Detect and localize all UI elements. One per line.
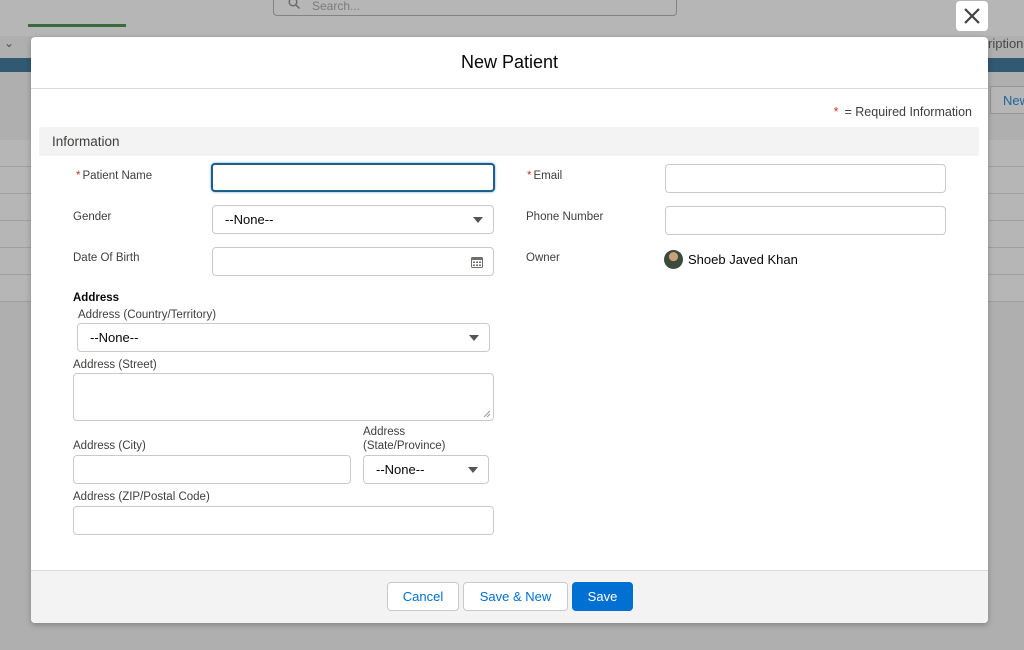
avatar: [664, 250, 683, 269]
address-street-label: Address (Street): [73, 359, 157, 371]
gender-select[interactable]: --None--: [212, 205, 494, 234]
address-zip-label: Address (ZIP/Postal Code): [73, 491, 210, 503]
cancel-button[interactable]: Cancel: [387, 582, 459, 611]
address-heading: Address: [73, 292, 120, 304]
patient-name-label: * Patient Name: [76, 170, 153, 182]
chevron-down-icon: [468, 467, 478, 473]
address-state-selected-value: --None--: [376, 462, 425, 477]
address-state-label: Address (State/Province): [363, 426, 446, 452]
close-icon: [964, 8, 980, 24]
date-of-birth-label: Date Of Birth: [73, 252, 140, 264]
required-star: *: [833, 105, 839, 119]
resize-handle-icon[interactable]: [483, 410, 491, 418]
gender-label: Gender: [73, 211, 112, 223]
address-zip-input[interactable]: [73, 506, 494, 535]
owner-label: Owner: [526, 252, 560, 264]
email-input[interactable]: [665, 164, 946, 193]
address-city-label: Address (City): [73, 440, 146, 452]
address-street-textarea[interactable]: [73, 373, 494, 421]
modal-title: New Patient: [460, 52, 559, 72]
new-patient-modal: New Patient * = Required Information Info…: [31, 37, 988, 623]
owner-name: Shoeb Javed Khan: [688, 252, 798, 267]
address-country-select[interactable]: --None--: [77, 323, 490, 352]
patient-name-input[interactable]: [211, 163, 495, 192]
save-and-new-button[interactable]: Save & New: [463, 582, 568, 611]
date-of-birth-input[interactable]: [212, 247, 494, 276]
modal-footer: Cancel Save & New Save: [31, 570, 988, 623]
chevron-down-icon: [469, 335, 479, 341]
calendar-icon[interactable]: [471, 256, 483, 268]
phone-number-label: Phone Number: [526, 211, 604, 223]
required-information-legend: * = Required Information: [834, 105, 972, 119]
modal-header: New Patient: [31, 37, 988, 89]
address-country-label: Address (Country/Territory): [78, 309, 217, 321]
close-button[interactable]: [956, 1, 988, 31]
required-text: = Required Information: [844, 105, 972, 119]
address-state-select[interactable]: --None--: [363, 455, 489, 484]
section-header-information[interactable]: Information: [39, 127, 979, 156]
address-city-input[interactable]: [73, 455, 351, 484]
phone-number-input[interactable]: [665, 206, 946, 235]
email-label: * Email: [527, 170, 563, 182]
save-button[interactable]: Save: [572, 582, 633, 611]
address-country-selected-value: --None--: [90, 330, 139, 345]
chevron-down-icon: [473, 217, 483, 223]
gender-selected-value: --None--: [225, 212, 274, 227]
owner-value[interactable]: Shoeb Javed Khan: [664, 250, 798, 269]
